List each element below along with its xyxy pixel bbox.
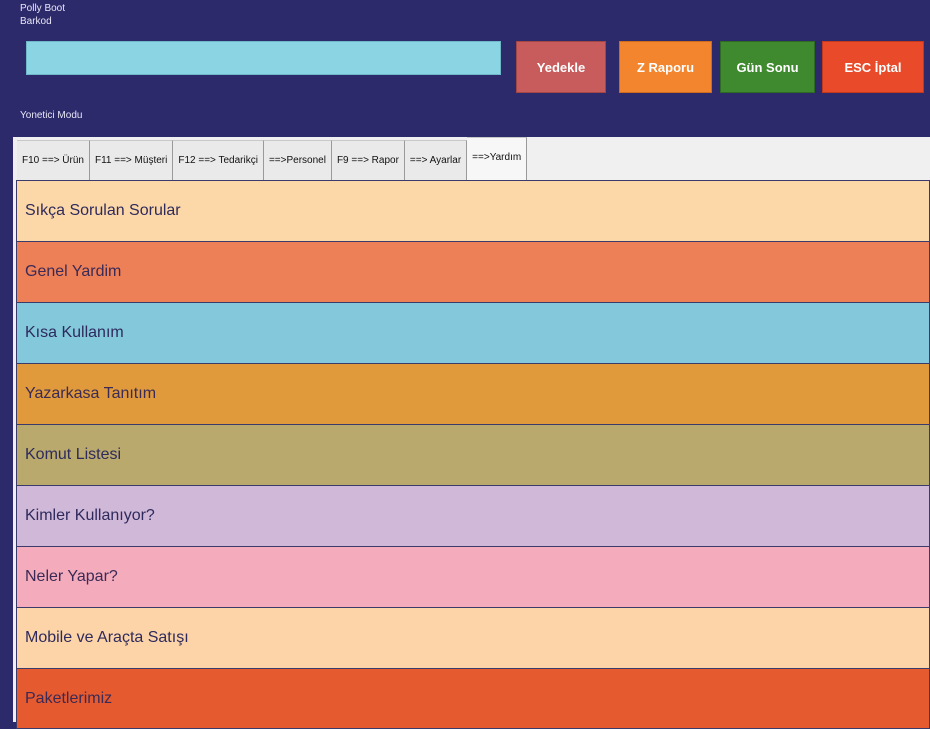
app-title: Polly Boot (20, 3, 66, 14)
help-item-kimler-kullaniyor[interactable]: Kimler Kullanıyor? (16, 485, 930, 546)
help-item-yazarkasa-tanitim[interactable]: Yazarkasa Tanıtım (16, 363, 930, 424)
help-item-neler-yapar[interactable]: Neler Yapar? (16, 546, 930, 607)
help-item-mobile-arac-satisi[interactable]: Mobile ve Araçta Satışı (16, 607, 930, 668)
z-raporu-button[interactable]: Z Raporu (619, 41, 712, 93)
esc-iptal-button[interactable]: ESC İptal (822, 41, 924, 93)
tab-yardim[interactable]: ==>Yardım (467, 137, 528, 180)
gun-sonu-button[interactable]: Gün Sonu (720, 41, 815, 93)
tab-ayarlar[interactable]: ==> Ayarlar (404, 140, 468, 180)
help-item-sss[interactable]: Sıkça Sorulan Sorular (16, 180, 930, 241)
tab-personel[interactable]: ==>Personel (263, 140, 332, 180)
help-item-paketlerimiz[interactable]: Paketlerimiz (16, 668, 930, 729)
help-list: Sıkça Sorulan Sorular Genel Yardim Kısa … (16, 180, 930, 729)
barkod-label: Barkod (20, 16, 52, 27)
help-item-komut-listesi[interactable]: Komut Listesi (16, 424, 930, 485)
tab-musteri[interactable]: F11 ==> Müşteri (89, 140, 174, 180)
tab-rapor[interactable]: F9 ==> Rapor (331, 140, 405, 180)
mode-label: Yonetici Modu (20, 110, 83, 121)
yedekle-button[interactable]: Yedekle (516, 41, 606, 93)
tab-tedarikci[interactable]: F12 ==> Tedarikçi (173, 140, 264, 180)
help-item-genel-yardim[interactable]: Genel Yardim (16, 241, 930, 302)
tab-panel: F10 ==> Ürün F11 ==> Müşteri F12 ==> Ted… (13, 137, 930, 729)
tab-bar: F10 ==> Ürün F11 ==> Müşteri F12 ==> Ted… (13, 137, 528, 180)
tab-urun[interactable]: F10 ==> Ürün (17, 140, 90, 180)
barcode-input[interactable] (26, 41, 501, 75)
help-item-kisa-kullanim[interactable]: Kısa Kullanım (16, 302, 930, 363)
